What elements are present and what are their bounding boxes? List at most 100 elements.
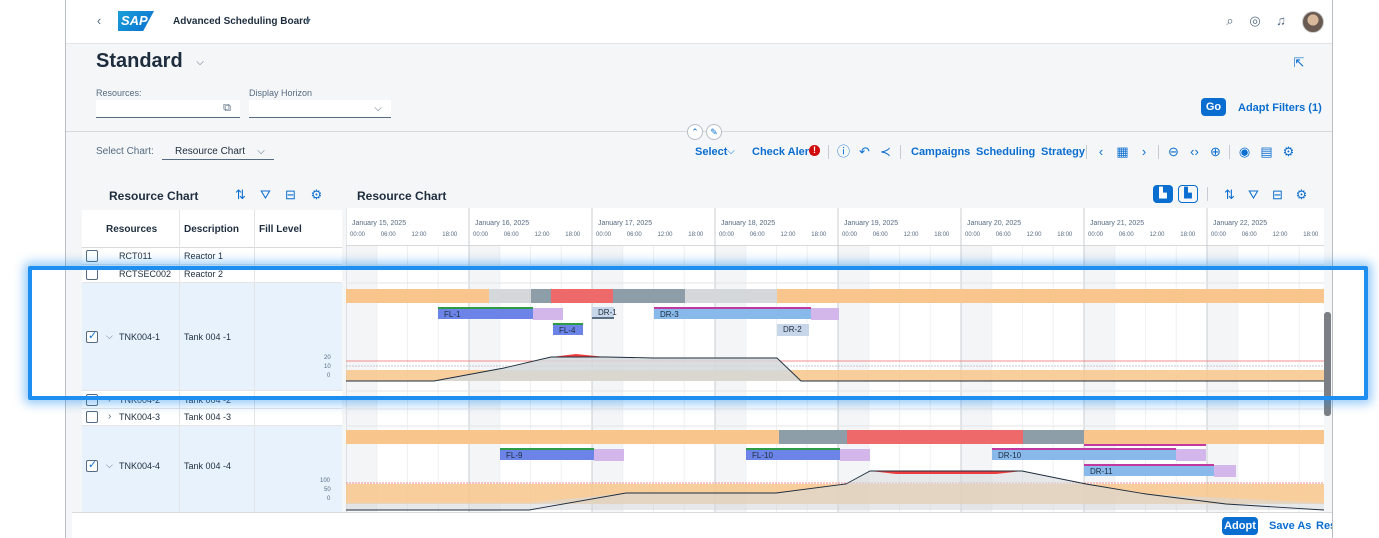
resource-id: TNK004-1 <box>119 332 161 342</box>
utilization-view-button[interactable]: ▙ <box>1178 185 1198 203</box>
chevron-right-icon[interactable]: › <box>1138 145 1150 159</box>
footer-bar: Adopt Save As Reset <box>72 512 1332 538</box>
campaigns-button[interactable]: Campaigns <box>911 146 970 158</box>
expand-icon[interactable]: ⌵ <box>106 331 113 342</box>
collapse-header-button[interactable]: ⌃ <box>687 124 703 140</box>
order-bar-fl-4[interactable]: FL-4 <box>553 323 583 335</box>
vertical-scrollbar[interactable] <box>1324 312 1331 416</box>
column-header-resources[interactable]: Resources <box>106 224 157 235</box>
search-icon[interactable]: ⌕ <box>1223 14 1237 28</box>
chevron-left-icon[interactable]: ‹ <box>1095 145 1107 159</box>
zoom-in-icon[interactable]: ⊕ <box>1209 145 1222 159</box>
share-icon[interactable]: ⇱ <box>1292 56 1306 70</box>
calendar-icon[interactable]: ▦ <box>1116 145 1129 159</box>
sort-icon[interactable]: ⇅ <box>1223 188 1236 202</box>
avatar[interactable] <box>1302 11 1324 33</box>
go-button[interactable]: Go <box>1201 98 1226 116</box>
order-bar-fl-1[interactable]: FL-1 <box>438 307 533 319</box>
capacity-band <box>551 289 613 303</box>
order-bar-dr-2[interactable]: DR-2 <box>777 324 809 336</box>
resource-id: RCTSEC002 <box>119 269 172 279</box>
chevron-down-icon[interactable]: ▼ <box>303 14 313 28</box>
table-row[interactable]: RCT011 Reactor 1 <box>82 248 342 265</box>
sort-icon[interactable]: ⇅ <box>234 188 247 202</box>
resource-description: Tank 004 -4 <box>184 461 232 471</box>
legend-icon[interactable]: ▤ <box>1260 145 1273 159</box>
left-panel-title: Resource Chart <box>109 189 199 203</box>
bell-icon[interactable]: ♫ <box>1274 14 1288 28</box>
row-checkbox[interactable] <box>86 268 98 280</box>
row-checkbox[interactable] <box>86 458 98 472</box>
chart-view-button[interactable]: ▙ <box>1153 185 1173 203</box>
order-bar-dr-3[interactable]: DR-3 <box>654 307 811 319</box>
adopt-button[interactable]: Adopt <box>1222 517 1258 535</box>
share-icon[interactable]: ≺ <box>879 145 892 159</box>
settings-icon[interactable]: ⚙ <box>1295 188 1308 202</box>
row-checkbox[interactable] <box>86 411 98 423</box>
table-row[interactable]: ⌵ TNK004-1 Tank 004 -1 <box>82 283 342 391</box>
row-checkbox[interactable] <box>86 329 98 343</box>
page-title[interactable]: Standard <box>96 50 183 73</box>
expand-icon[interactable]: › <box>108 411 111 422</box>
scheduling-button[interactable]: Scheduling <box>976 146 1035 158</box>
column-divider <box>254 210 255 520</box>
resources-input[interactable] <box>96 100 240 118</box>
expand-icon[interactable]: ⌵ <box>106 460 113 471</box>
app-frame: ‹ SAP Advanced Scheduling Board ▼ ⌕ ◎ ♫ … <box>65 0 1333 538</box>
group-icon[interactable]: ⊟ <box>284 188 297 202</box>
adapt-filters-button[interactable]: Adapt Filters (1) <box>1238 102 1322 114</box>
table-row[interactable]: › TNK004-2 Tank 004 -2 <box>82 391 342 409</box>
table-row[interactable]: RCTSEC002 Reactor 2 <box>82 265 342 283</box>
settings-icon[interactable]: ⚙ <box>1282 145 1295 159</box>
order-bar-fl-9[interactable]: FL-9 <box>500 448 594 460</box>
fill-axis-label: 0 <box>327 496 331 502</box>
chevron-down-icon[interactable]: ⌵ <box>372 102 384 116</box>
zoom-out-icon[interactable]: ⊖ <box>1167 145 1180 159</box>
info-icon[interactable]: ⓘ <box>837 145 850 159</box>
chevron-down-icon[interactable]: ⌵ <box>726 145 736 159</box>
select-chart-label: Select Chart: <box>96 146 154 157</box>
undo-icon[interactable]: ↶ <box>858 145 871 159</box>
pin-header-button[interactable]: ✎ <box>706 124 722 140</box>
select-chart-dropdown[interactable]: Resource Chart <box>175 146 245 157</box>
expand-icon[interactable]: › <box>108 394 111 405</box>
select-button[interactable]: Select <box>695 146 727 158</box>
capacity-band <box>847 430 1023 444</box>
separator <box>900 145 901 159</box>
strategy-button[interactable]: Strategy <box>1041 146 1085 158</box>
order-bar-dr-1[interactable]: DR-1 <box>592 307 617 319</box>
filter-icon[interactable]: ⛛ <box>259 188 272 202</box>
chevron-down-icon[interactable]: ⌵ <box>256 145 266 159</box>
capacity-band <box>1023 430 1084 444</box>
resource-description: Reactor 2 <box>184 269 224 279</box>
column-header-description[interactable]: Description <box>184 224 239 235</box>
reset-button[interactable]: Reset <box>1316 520 1332 532</box>
chevron-down-icon[interactable]: ⌵ <box>194 56 206 70</box>
app-title[interactable]: Advanced Scheduling Board <box>173 16 309 27</box>
column-header-fill-level[interactable]: Fill Level <box>259 224 302 235</box>
fill-axis-label: 100 <box>320 478 331 484</box>
show-icon[interactable]: ◉ <box>1238 145 1251 159</box>
fill-axis-label: 50 <box>324 487 331 493</box>
resource-table: Resources Description Fill Level RCT011 … <box>82 210 342 520</box>
row-checkbox[interactable] <box>86 394 98 406</box>
save-as-button[interactable]: Save As <box>1269 520 1311 532</box>
resource-description: Tank 004 -3 <box>184 412 232 422</box>
order-bar-fl-10[interactable]: FL-10 <box>746 448 840 460</box>
table-row[interactable]: › TNK004-3 Tank 004 -3 <box>82 409 342 426</box>
value-help-icon[interactable]: ⧉ <box>221 101 233 115</box>
fit-icon[interactable]: ‹› <box>1188 145 1201 159</box>
fill-level-chart-tnk004-1 <box>346 354 1324 382</box>
resource-id: TNK004-2 <box>119 395 161 405</box>
row-checkbox[interactable] <box>86 250 98 262</box>
settings-icon[interactable]: ⚙ <box>310 188 323 202</box>
table-row[interactable]: ⌵ TNK004-4 Tank 004 -4 <box>82 426 342 520</box>
display-horizon-select[interactable] <box>249 100 391 118</box>
filter-icon[interactable]: ⛛ <box>1247 188 1260 202</box>
capacity-band <box>489 289 531 303</box>
order-bar-dr-10[interactable]: DR-10 <box>992 448 1176 460</box>
fill-axis-label: 0 <box>327 373 331 379</box>
chevron-left-icon[interactable]: ‹ <box>92 14 106 28</box>
co-pilot-icon[interactable]: ◎ <box>1248 14 1262 28</box>
group-icon[interactable]: ⊟ <box>1271 188 1284 202</box>
